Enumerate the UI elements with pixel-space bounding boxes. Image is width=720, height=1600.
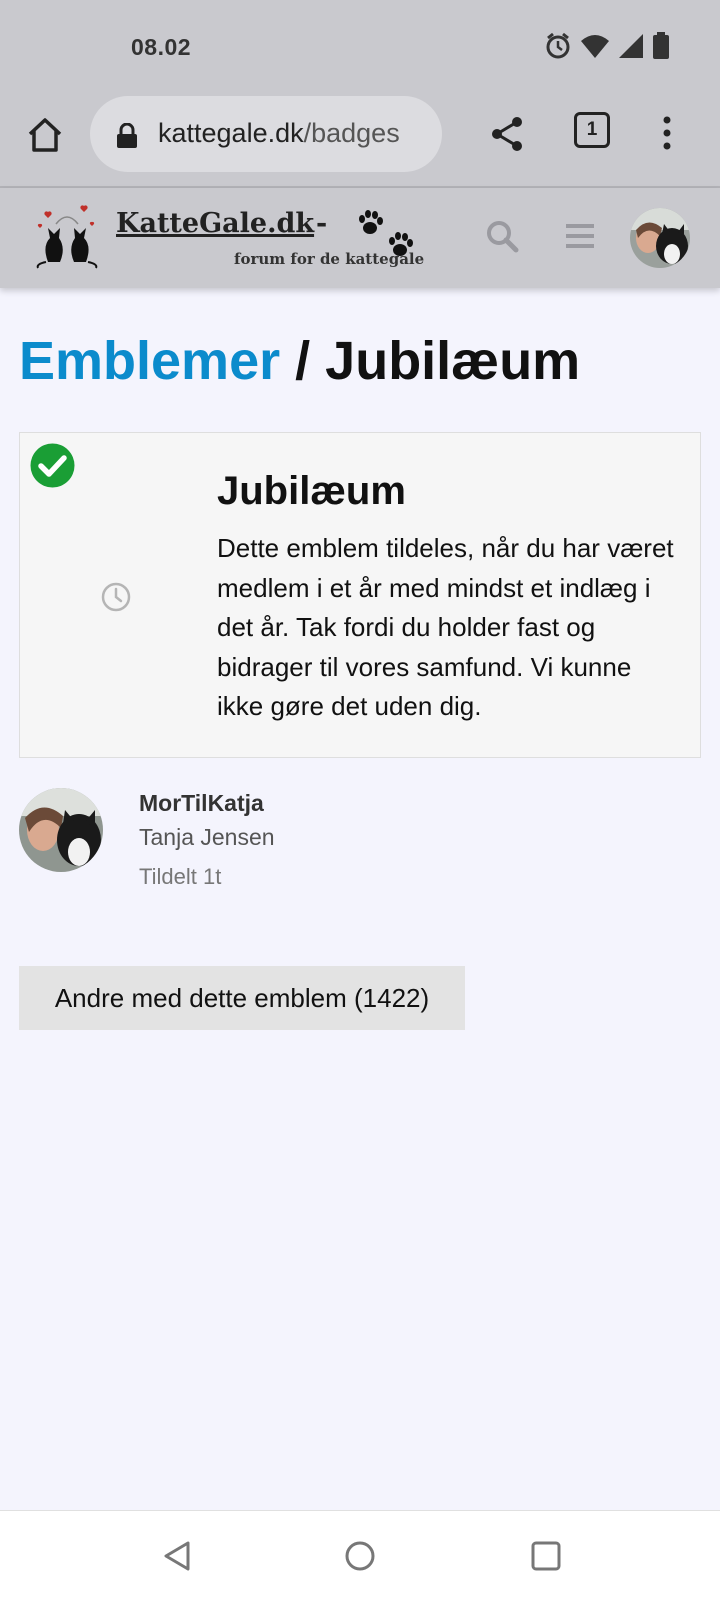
cats-logo-icon — [36, 205, 98, 269]
wifi-icon — [580, 33, 610, 64]
badge-description: Dette emblem tildeles, når du har været … — [217, 533, 674, 721]
lock-icon — [116, 122, 138, 154]
page-heading-text: Jubilæum — [325, 331, 581, 391]
paw-prints-icon — [359, 210, 413, 256]
search-icon[interactable] — [484, 218, 520, 254]
alarm-icon — [544, 32, 572, 65]
back-icon[interactable] — [160, 1539, 194, 1573]
battery-icon — [652, 32, 670, 65]
url-text: kattegale.dk/badges — [158, 118, 400, 149]
hamburger-menu-icon[interactable] — [564, 222, 596, 250]
status-icons — [544, 32, 670, 65]
tab-switcher-button[interactable]: 1 — [574, 112, 610, 148]
browser-toolbar: kattegale.dk/badges 1 — [0, 96, 720, 188]
page-title: Emblemer / Jubilæum — [19, 330, 580, 392]
url-domain: kattegale.dk — [158, 118, 304, 148]
url-bar[interactable]: kattegale.dk/badges — [90, 96, 442, 172]
url-path: /badges — [303, 118, 400, 148]
username-link[interactable]: MorTilKatja — [139, 790, 264, 817]
avatar[interactable] — [19, 788, 103, 872]
breadcrumb-badges-link[interactable]: Emblemer — [19, 331, 280, 391]
site-logo[interactable]: KatteGale.dk - forum for de kattegale — [34, 202, 444, 272]
badge-card: Jubilæum Dette emblem tildeles, når du h… — [19, 432, 701, 758]
user-avatar-header[interactable] — [630, 208, 690, 268]
site-header: KatteGale.dk - forum for de kattegale — [0, 188, 720, 288]
recent-apps-icon[interactable] — [529, 1539, 563, 1573]
logo-dash: - — [316, 208, 328, 239]
user-badge-row: MorTilKatja Tanja Jensen Tildelt 1t — [19, 788, 701, 898]
granted-check-icon — [30, 443, 75, 488]
more-menu-icon[interactable] — [655, 114, 679, 154]
breadcrumb-separator: / — [295, 331, 311, 391]
home-icon[interactable] — [24, 114, 66, 156]
share-icon[interactable] — [488, 114, 528, 154]
user-full-name: Tanja Jensen — [139, 824, 275, 850]
status-bar: 08.02 — [0, 0, 720, 96]
status-time: 08.02 — [131, 34, 192, 60]
system-nav-bar — [0, 1510, 720, 1600]
granted-timestamp: Tildelt 1t — [139, 864, 222, 889]
home-circle-icon[interactable] — [343, 1539, 377, 1573]
others-with-badge-button[interactable]: Andre med dette emblem (1422) — [19, 966, 465, 1030]
logo-title: KatteGale.dk — [116, 208, 315, 239]
signal-icon — [618, 33, 644, 64]
badge-name: Jubilæum — [217, 469, 406, 513]
clock-icon — [100, 581, 132, 613]
